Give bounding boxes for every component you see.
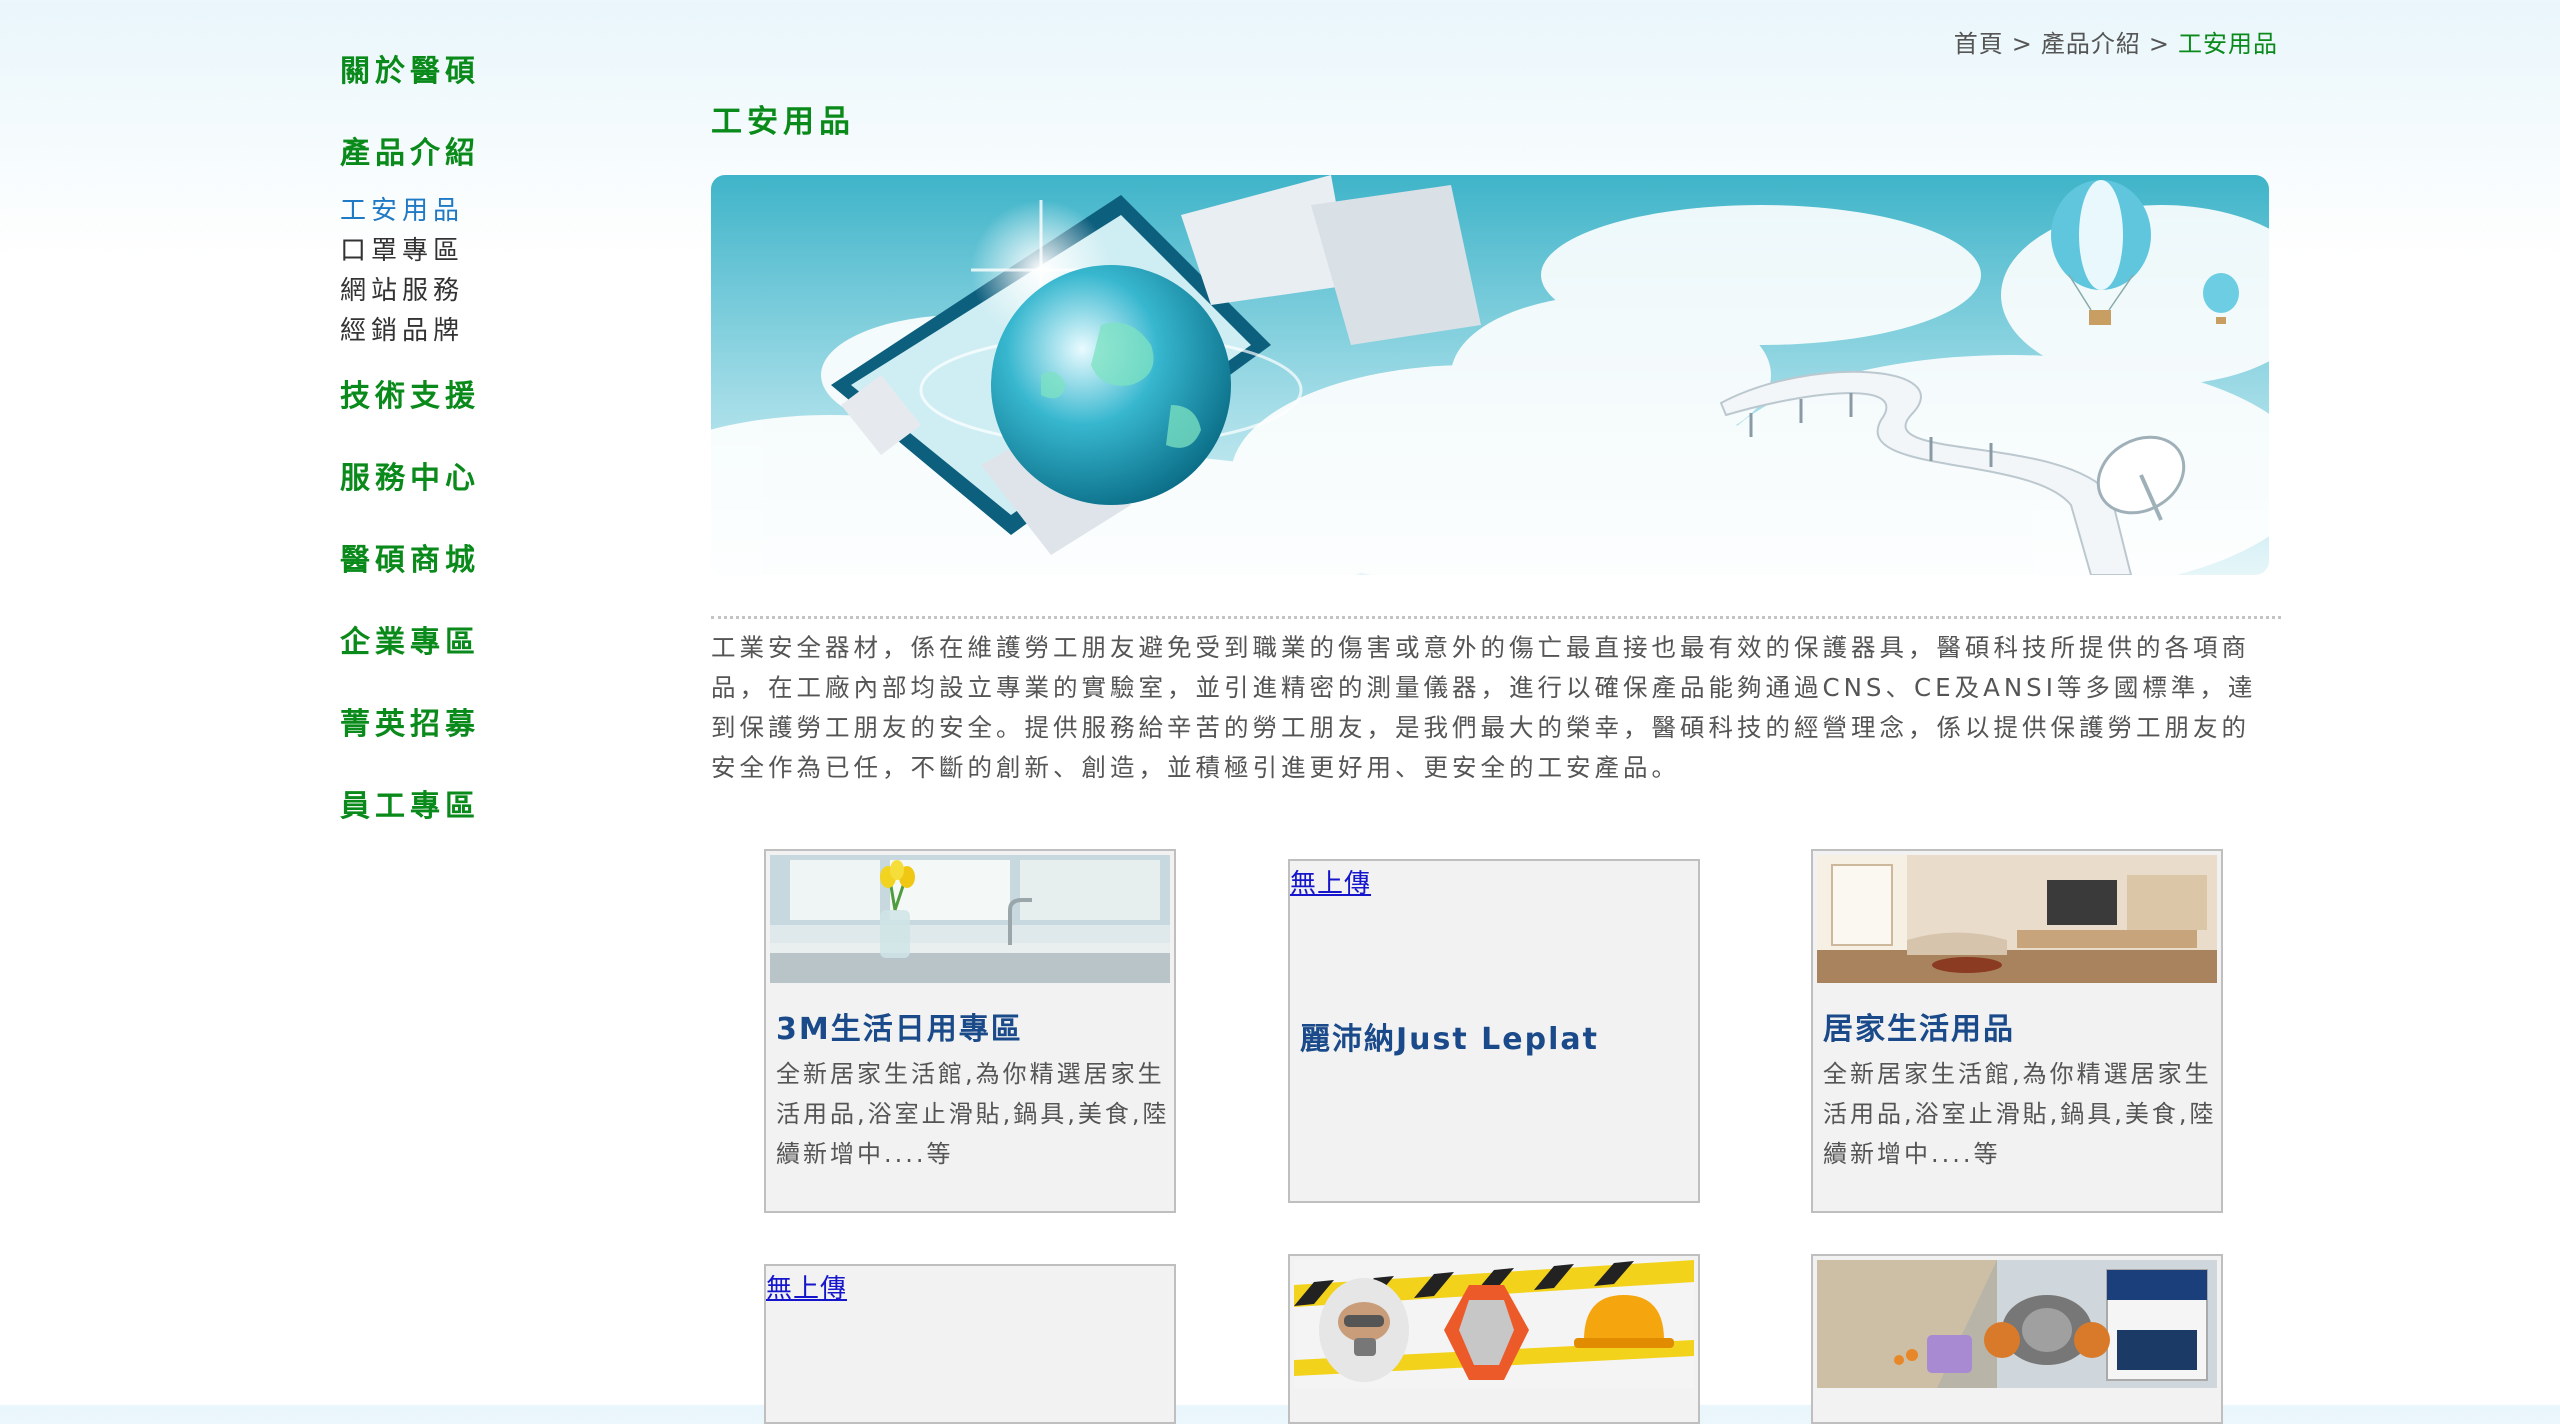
nav-about[interactable]: 關於醫碩 xyxy=(340,46,480,90)
hero-banner xyxy=(711,175,2269,575)
breadcrumb: 首頁 > 產品介紹 > 工安用品 xyxy=(1954,24,2278,59)
intro-paragraph: 工業安全器材，係在維護勞工朋友避免受到職業的傷害或意外的傷亡最直接也最有效的保護… xyxy=(711,633,2257,782)
breadcrumb-products[interactable]: 產品介紹 xyxy=(2041,30,2141,58)
product-card[interactable]: 無上傳 xyxy=(764,1264,1176,1424)
product-card-description: 全新居家生活館,為你精選居家生活用品,浴室止滑貼,鍋具,美食,陸續新增中....… xyxy=(776,1060,1170,1168)
living-room-image xyxy=(1817,855,2217,983)
breadcrumb-current: 工安用品 xyxy=(2178,30,2278,58)
product-thumbnail-living-room[interactable] xyxy=(1817,855,2217,983)
nav-sub-dealer-brands[interactable]: 經銷品牌 xyxy=(340,310,464,347)
nav-sub-web-services[interactable]: 網站服務 xyxy=(340,270,464,307)
nav-sub-masks[interactable]: 口罩專區 xyxy=(340,230,464,267)
product-card-title[interactable]: 麗沛納Just Leplat xyxy=(1300,1014,1599,1058)
breadcrumb-separator: > xyxy=(2148,30,2170,58)
product-thumbnail-safety-gear[interactable] xyxy=(1294,1260,1694,1388)
section-divider xyxy=(711,616,2281,619)
breadcrumb-home[interactable]: 首頁 xyxy=(1954,30,2004,58)
product-card[interactable] xyxy=(1811,1254,2223,1424)
product-card[interactable]: 3M生活日用專區 全新居家生活館,為你精選居家生活用品,浴室止滑貼,鍋具,美食,… xyxy=(764,849,1176,1213)
product-card[interactable] xyxy=(1288,1254,1700,1424)
nav-enterprise[interactable]: 企業專區 xyxy=(340,617,480,661)
product-card-description: 全新居家生活館,為你精選居家生活用品,浴室止滑貼,鍋具,美食,陸續新增中....… xyxy=(1823,1060,2217,1168)
nav-products[interactable]: 產品介紹 xyxy=(340,128,480,172)
page-title: 工安用品 xyxy=(711,104,855,140)
product-thumbnail-kitchen[interactable] xyxy=(770,855,1170,983)
product-thumbnail-respirator[interactable] xyxy=(1817,1260,2217,1388)
nav-tech-support[interactable]: 技術支援 xyxy=(340,371,480,415)
no-image-link[interactable]: 無上傳 xyxy=(1290,863,1371,900)
nav-recruitment[interactable]: 菁英招募 xyxy=(340,699,480,743)
nav-sub-safety-supplies[interactable]: 工安用品 xyxy=(340,190,464,227)
breadcrumb-separator: > xyxy=(2011,30,2033,58)
banner-illustration xyxy=(711,175,2269,575)
product-card-title[interactable]: 居家生活用品 xyxy=(1823,1004,2015,1048)
product-card-title[interactable]: 3M生活日用專區 xyxy=(776,1004,1023,1048)
safety-gear-image xyxy=(1294,1260,1694,1388)
kitchen-window-image xyxy=(770,855,1170,983)
nav-employee[interactable]: 員工專區 xyxy=(340,781,480,825)
respirator-image xyxy=(1817,1260,2217,1388)
nav-service-center[interactable]: 服務中心 xyxy=(340,453,480,497)
product-card[interactable]: 居家生活用品 全新居家生活館,為你精選居家生活用品,浴室止滑貼,鍋具,美食,陸續… xyxy=(1811,849,2223,1213)
nav-shop[interactable]: 醫碩商城 xyxy=(340,535,480,579)
no-image-link[interactable]: 無上傳 xyxy=(766,1268,847,1305)
product-card[interactable]: 無上傳 麗沛納Just Leplat xyxy=(1288,859,1700,1203)
